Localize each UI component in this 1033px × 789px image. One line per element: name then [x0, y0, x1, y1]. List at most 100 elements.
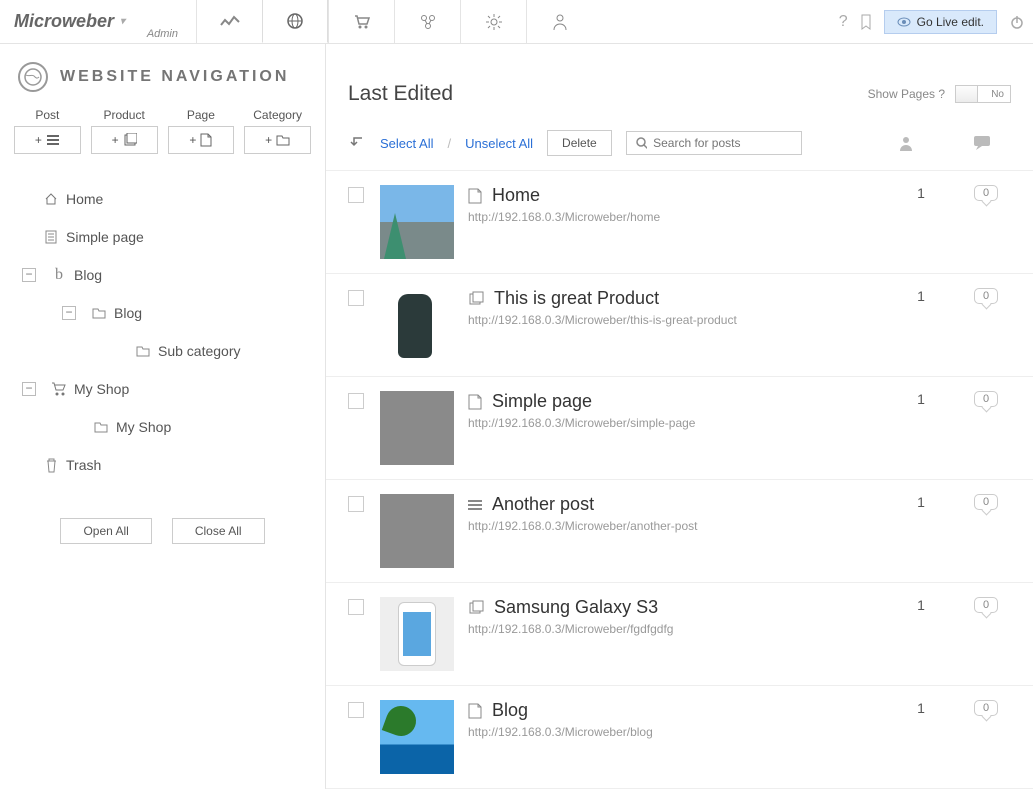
topbar: Microweber ▾ Admin ? Go Live edit.: [0, 0, 1033, 44]
item-count: 1: [881, 288, 961, 304]
folder-icon: [128, 345, 158, 357]
tree-simple-page[interactable]: Simple page: [0, 218, 325, 256]
topbar-right: ? Go Live edit.: [839, 0, 1033, 43]
blog-icon: b: [44, 266, 74, 284]
folder-icon: [86, 421, 116, 433]
brand-name: Microweber: [14, 11, 114, 32]
post-icon: [468, 499, 482, 511]
nav-settings[interactable]: [460, 0, 526, 43]
unselect-all-link[interactable]: Unselect All: [465, 136, 533, 151]
brand[interactable]: Microweber ▾ Admin: [0, 0, 196, 43]
sidebar-title: WEBSITE NAVIGATION: [60, 68, 289, 86]
add-post-button[interactable]: Post +: [14, 108, 81, 154]
comments-icon[interactable]: [973, 135, 991, 151]
list-item: Simple page http://192.168.0.3/Microweber…: [326, 377, 1033, 480]
tree-label: My Shop: [74, 381, 129, 397]
item-count: 1: [881, 597, 961, 613]
item-url: http://192.168.0.3/Microweber/home: [468, 210, 881, 224]
collapse-icon[interactable]: −: [22, 382, 36, 396]
tree-label: Home: [66, 191, 103, 207]
toggle-switch[interactable]: No: [955, 85, 1011, 103]
cart-icon: [44, 382, 74, 396]
trash-icon: [36, 458, 66, 473]
item-checkbox[interactable]: [348, 290, 364, 306]
item-thumbnail: [380, 597, 454, 671]
item-title-link[interactable]: Home: [492, 185, 540, 206]
tree-home[interactable]: Home: [0, 180, 325, 218]
add-product-button[interactable]: Product +: [91, 108, 158, 154]
nav-shop[interactable]: [328, 0, 394, 43]
tree-label: Trash: [66, 457, 101, 473]
item-checkbox[interactable]: [348, 496, 364, 512]
toolbar: Select All / Unselect All Delete: [326, 124, 1033, 171]
author-icon[interactable]: [899, 135, 913, 151]
item-count: 1: [881, 391, 961, 407]
item-comments[interactable]: 0: [961, 185, 1011, 201]
item-comments[interactable]: 0: [961, 494, 1011, 510]
tree-label: Sub category: [158, 343, 241, 359]
tree-trash[interactable]: Trash: [0, 446, 325, 484]
nav-website[interactable]: [262, 0, 328, 43]
folder-icon: [276, 134, 290, 146]
item-checkbox[interactable]: [348, 393, 364, 409]
collapse-icon[interactable]: −: [62, 306, 76, 320]
tree-blog-child[interactable]: − Blog: [0, 294, 325, 332]
item-thumbnail: [380, 700, 454, 774]
tree-label: Blog: [114, 305, 142, 321]
search-input[interactable]: [653, 136, 793, 150]
item-checkbox[interactable]: [348, 187, 364, 203]
close-all-button[interactable]: Close All: [172, 518, 265, 544]
home-icon: [36, 192, 66, 206]
item-title-link[interactable]: Samsung Galaxy S3: [494, 597, 658, 618]
tree-my-shop[interactable]: − My Shop: [0, 370, 325, 408]
help-icon[interactable]: ?: [839, 13, 848, 31]
add-product-label: Product: [103, 108, 144, 122]
go-live-button[interactable]: Go Live edit.: [884, 10, 997, 34]
item-checkbox[interactable]: [348, 599, 364, 615]
item-comments[interactable]: 0: [961, 288, 1011, 304]
tree-my-shop-child[interactable]: My Shop: [0, 408, 325, 446]
show-pages-toggle[interactable]: Show Pages ? No: [868, 85, 1011, 103]
main: Last Edited Show Pages ? No Select All /…: [326, 44, 1033, 789]
add-post-label: Post: [35, 108, 59, 122]
open-all-button[interactable]: Open All: [60, 518, 151, 544]
page-icon: [468, 394, 482, 410]
search-wrap[interactable]: [626, 131, 802, 155]
tree-label: Blog: [74, 267, 102, 283]
bookmark-icon[interactable]: [860, 14, 872, 30]
add-page-label: Page: [187, 108, 215, 122]
select-all-link[interactable]: Select All: [380, 136, 433, 151]
globe-icon: [18, 62, 48, 92]
list-item: Samsung Galaxy S3http://192.168.0.3/Micr…: [326, 583, 1033, 686]
collapse-icon[interactable]: −: [22, 268, 36, 282]
list-item: Home http://192.168.0.3/Microweber/home10: [326, 171, 1033, 274]
tree-blog[interactable]: − b Blog: [0, 256, 325, 294]
item-comments[interactable]: 0: [961, 391, 1011, 407]
nav-dashboard[interactable]: [196, 0, 262, 43]
nav-modules[interactable]: [394, 0, 460, 43]
item-checkbox[interactable]: [348, 702, 364, 718]
power-icon[interactable]: [1009, 14, 1025, 30]
item-title-link[interactable]: Simple page: [492, 391, 592, 412]
item-title-link[interactable]: Another post: [492, 494, 594, 515]
item-title-link[interactable]: This is great Product: [494, 288, 659, 309]
item-comments[interactable]: 0: [961, 597, 1011, 613]
add-page-button[interactable]: Page +: [168, 108, 235, 154]
item-count: 1: [881, 185, 961, 201]
item-url: http://192.168.0.3/Microweber/simple-pag…: [468, 416, 881, 430]
toggle-no-label: No: [991, 89, 1004, 100]
nav-tree: Home Simple page − b Blog − Blog Sub cat…: [0, 172, 325, 492]
show-pages-label: Show Pages ?: [868, 87, 945, 101]
item-count: 1: [881, 494, 961, 510]
tree-subcategory[interactable]: Sub category: [0, 332, 325, 370]
nav-users[interactable]: [526, 0, 592, 43]
sidebar: WEBSITE NAVIGATION Post + Product + Page…: [0, 44, 326, 789]
item-thumbnail: [380, 185, 454, 259]
folder-icon: [84, 307, 114, 319]
add-category-button[interactable]: Category +: [244, 108, 311, 154]
item-title-link[interactable]: Blog: [492, 700, 528, 721]
item-count: 1: [881, 700, 961, 716]
delete-button[interactable]: Delete: [547, 130, 612, 156]
item-comments[interactable]: 0: [961, 700, 1011, 716]
caret-down-icon: ▾: [120, 16, 125, 27]
